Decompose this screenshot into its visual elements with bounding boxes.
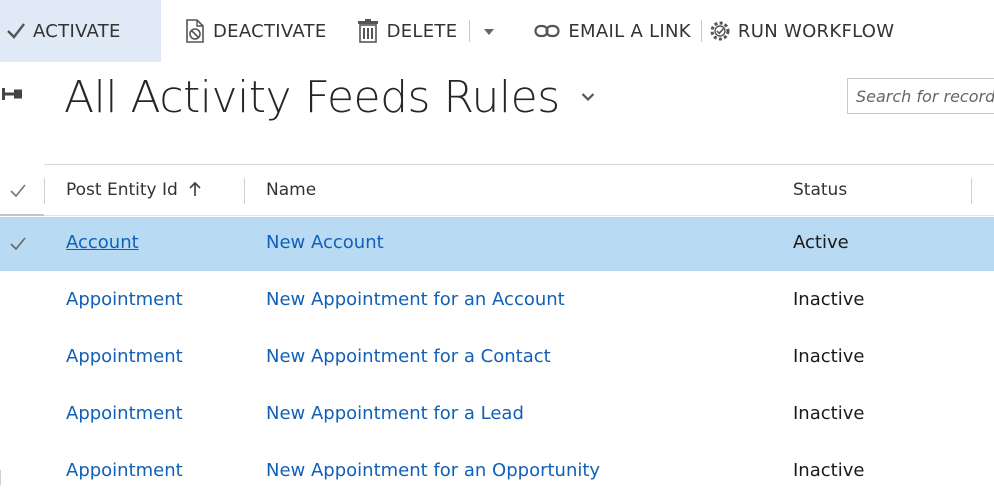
chevron-down-icon [484, 24, 495, 38]
grid-header-border-accent [0, 214, 44, 216]
post-entity-id-link[interactable]: Appointment [66, 289, 183, 310]
table-row[interactable]: Appointment New Appointment for a Lead I… [0, 388, 994, 442]
status-value: Inactive [793, 403, 865, 424]
column-header-name[interactable]: Name [266, 180, 316, 200]
grid-left-edge [0, 470, 1, 485]
table-row[interactable]: Appointment New Appointment for an Accou… [0, 274, 994, 328]
column-divider [244, 178, 245, 204]
run-workflow-label: RUN WORKFLOW [737, 20, 895, 42]
view-selector-chevron-icon[interactable] [581, 87, 595, 106]
email-link-label: EMAIL A LINK [568, 20, 691, 42]
rule-name-link[interactable]: New Account [266, 232, 384, 253]
status-value: Inactive [793, 460, 865, 481]
email-link-button[interactable]: EMAIL A LINK [534, 0, 691, 62]
delete-button[interactable]: DELETE [357, 0, 458, 62]
column-header-label: Post Entity Id [66, 180, 178, 200]
rule-name-link[interactable]: New Appointment for a Contact [266, 346, 551, 367]
column-header-post-entity-id[interactable]: Post Entity Id [66, 180, 201, 202]
column-divider [44, 178, 45, 204]
post-entity-id-link[interactable]: Account [66, 232, 139, 253]
rule-name-link[interactable]: New Appointment for an Opportunity [266, 460, 600, 481]
deactivate-button[interactable]: DEACTIVATE [185, 0, 327, 62]
table-row[interactable]: Appointment New Appointment for a Contac… [0, 331, 994, 385]
deactivate-label: DEACTIVATE [213, 20, 327, 42]
grid-header-row: Post Entity Id Name Status [0, 165, 994, 217]
activate-button[interactable]: ACTIVATE [0, 0, 161, 62]
search-box[interactable] [847, 78, 994, 114]
command-bar: ACTIVATE DEACTIVATE DELETE EMAIL A LINK … [0, 0, 994, 62]
trash-icon [357, 19, 379, 43]
toolbar-separator [469, 20, 471, 42]
workflow-gear-icon [708, 19, 732, 43]
activate-label: ACTIVATE [33, 20, 121, 42]
delete-label: DELETE [386, 20, 458, 42]
post-entity-id-link[interactable]: Appointment [66, 346, 183, 367]
status-value: Inactive [793, 289, 865, 310]
post-entity-id-link[interactable]: Appointment [66, 460, 183, 481]
post-entity-id-link[interactable]: Appointment [66, 403, 183, 424]
toolbar-separator [700, 20, 702, 42]
column-header-label: Status [793, 180, 848, 200]
rule-name-link[interactable]: New Appointment for a Lead [266, 403, 524, 424]
status-value: Active [793, 232, 849, 253]
rule-name-link[interactable]: New Appointment for an Account [266, 289, 565, 310]
column-divider [971, 178, 972, 204]
table-row[interactable]: Account New Account Active [0, 217, 994, 271]
checkmark-icon [6, 21, 26, 41]
view-title[interactable]: All Activity Feeds Rules [64, 66, 560, 130]
status-value: Inactive [793, 346, 865, 367]
column-header-label: Name [266, 180, 317, 200]
table-row[interactable]: Appointment New Appointment for an Oppor… [0, 445, 994, 499]
search-input[interactable] [848, 79, 994, 113]
run-workflow-button[interactable]: RUN WORKFLOW [708, 0, 894, 62]
document-deactivate-icon [185, 19, 205, 43]
pin-icon[interactable] [2, 86, 24, 105]
select-all-checkbox[interactable] [8, 181, 28, 201]
arrow-up-icon [189, 181, 201, 202]
row-checkbox[interactable] [8, 234, 28, 254]
more-commands-button[interactable] [484, 0, 495, 62]
grid-header-border [0, 215, 994, 216]
link-icon [534, 24, 560, 38]
column-header-status[interactable]: Status [793, 180, 847, 200]
